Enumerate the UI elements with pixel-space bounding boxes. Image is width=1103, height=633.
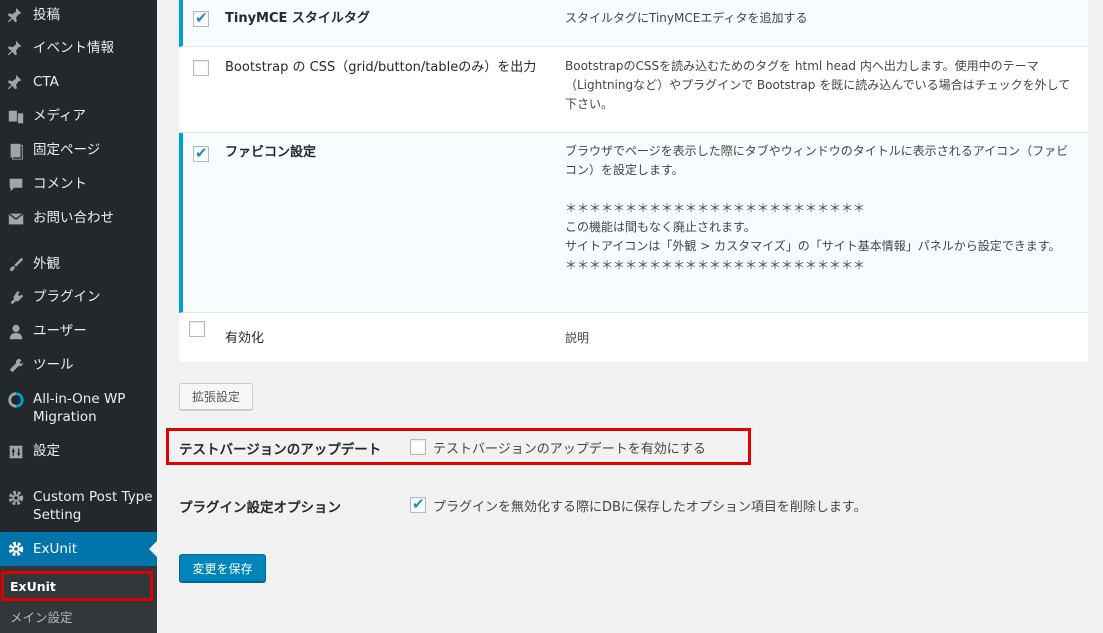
gear-icon [6,488,26,508]
gear-icon [6,539,26,559]
sidebar-item-users[interactable]: ユーザー [0,322,157,342]
sidebar-item-cpt-setting[interactable]: Custom Post Type Setting [0,488,157,526]
sidebar-item-label: CTA [33,74,59,90]
sidebar-item-posts[interactable]: 投稿 [0,6,157,26]
sidebar-item-label: コメント [33,176,87,192]
sidebar-item-contact[interactable]: お問い合わせ [0,209,157,229]
row-checkbox[interactable] [193,60,209,76]
sidebar-item-plugins[interactable]: プラグイン [0,288,157,308]
plugin-icon [6,288,26,308]
sidebar-item-comments[interactable]: コメント [0,175,157,195]
sidebar-item-label: プラグイン [33,289,101,305]
table-row: ✔ TinyMCE スタイルタグ スタイルタグにTinyMCEエディタを追加する [179,0,1088,47]
row-desc: ブラウザでページを表示した際にタブやウィンドウのタイトルに表示されるアイコン（フ… [565,144,1069,272]
sidebar-item-label: お問い合わせ [33,210,114,226]
mail-icon [6,209,26,229]
plugin-option-checkbox[interactable]: ✔ [410,495,426,513]
page-icon [6,141,26,161]
sidebar-item-tools[interactable]: ツール [0,356,157,376]
migration-icon [6,390,26,410]
sidebar-item-settings[interactable]: 設定 [0,442,157,462]
pin-icon [6,39,26,59]
submenu-item-main-settings[interactable]: メイン設定 [10,607,73,626]
row-checkbox[interactable] [189,321,205,337]
sidebar-item-events[interactable]: イベント情報 [0,39,157,59]
admin-sidebar: 投稿 イベント情報 CTA メディア 固定ページ コメント お問い合わせ 外観 … [0,0,157,633]
pin-icon [6,6,26,26]
wrench-icon [6,356,26,376]
check-icon: ✔ [195,144,208,162]
sidebar-item-label: イベント情報 [33,40,114,56]
active-indicator [149,541,157,557]
sidebar-item-appearance[interactable]: 外観 [0,255,157,275]
sidebar-item-label: All-in-One WP Migration [33,391,126,425]
settings-icon [6,442,26,462]
sidebar-item-label: 外観 [33,256,60,272]
row-name: ファビコン設定 [225,145,317,160]
row-desc: スタイルタグにTinyMCEエディタを追加する [565,11,808,25]
sidebar-item-label: 設定 [33,443,60,459]
check-icon: ✔ [412,495,425,513]
sidebar-item-cta[interactable]: CTA [0,73,157,93]
sidebar-item-label: メディア [33,108,87,124]
user-icon [6,322,26,342]
sidebar-item-label: ツール [33,357,74,373]
highlight-box [1,571,153,601]
sidebar-item-label: 投稿 [33,7,60,23]
row-desc: 説明 [565,331,590,345]
sidebar-item-migration[interactable]: All-in-One WP Migration [0,390,157,428]
row-name: Bootstrap の CSS（grid/button/tableのみ）を出力 [225,60,537,75]
sidebar-item-label: 固定ページ [33,142,101,158]
extended-settings-button[interactable]: 拡張設定 [179,383,253,410]
comment-icon [6,175,26,195]
row-desc: BootstrapのCSSを読み込むためのタグを html head 内へ出力し… [565,59,1071,111]
options-table: ✔ TinyMCE スタイルタグ スタイルタグにTinyMCEエディタを追加する… [179,0,1088,362]
check-icon: ✔ [195,9,208,27]
row-name: 有効化 [225,331,265,346]
sidebar-item-exunit[interactable]: ExUnit [0,532,157,566]
plugin-option-label: プラグイン設定オプション [179,500,341,516]
highlight-box [166,428,751,465]
table-row: ✔ ファビコン設定 ブラウザでページを表示した際にタブやウィンドウのタイトルに表… [179,133,1088,313]
sidebar-item-label: ExUnit [33,541,78,557]
row-checkbox[interactable]: ✔ [193,144,209,162]
sidebar-item-pages[interactable]: 固定ページ [0,141,157,161]
sidebar-item-label: ユーザー [33,323,87,339]
table-row: 有効化 説明 [179,313,1088,362]
brush-icon [6,255,26,275]
main-content: ✔ TinyMCE スタイルタグ スタイルタグにTinyMCEエディタを追加する… [157,0,1103,633]
sidebar-item-media[interactable]: メディア [0,107,157,127]
pin-icon [6,73,26,93]
row-checkbox[interactable]: ✔ [193,9,209,27]
plugin-option-text: プラグインを無効化する際にDBに保存したオプション項目を削除します。 [433,500,867,515]
media-icon [6,107,26,127]
table-row: Bootstrap の CSS（grid/button/tableのみ）を出力 … [179,47,1088,133]
save-changes-button[interactable]: 変更を保存 [179,554,266,582]
row-name: TinyMCE スタイルタグ [225,11,370,26]
sidebar-item-label: Custom Post Type Setting [33,489,153,523]
